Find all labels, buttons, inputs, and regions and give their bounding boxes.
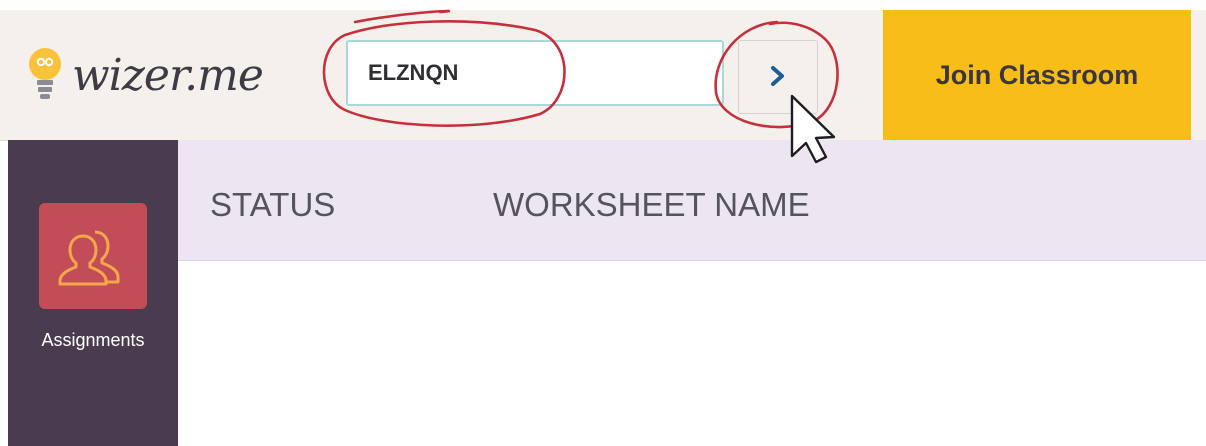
lightbulb-logo-icon xyxy=(28,47,62,103)
table-header: STATUS WORKSHEET NAME xyxy=(178,140,1206,261)
join-classroom-button[interactable]: Join Classroom xyxy=(883,10,1191,140)
column-header-status[interactable]: STATUS xyxy=(210,186,335,224)
column-header-worksheet-name[interactable]: WORKSHEET NAME xyxy=(493,186,810,224)
assignments-tile xyxy=(39,203,147,309)
sidebar: Assignments xyxy=(8,140,178,446)
logo-text: wizer.me xyxy=(72,49,264,101)
go-button[interactable] xyxy=(738,40,818,114)
wizer-logo: wizer.me xyxy=(28,40,264,110)
sidebar-item-label: Assignments xyxy=(41,330,145,350)
class-code-input[interactable] xyxy=(346,40,724,106)
users-icon xyxy=(57,218,129,295)
chevron-right-icon xyxy=(770,65,786,90)
sidebar-item-assignments[interactable]: Assignments xyxy=(8,140,178,370)
